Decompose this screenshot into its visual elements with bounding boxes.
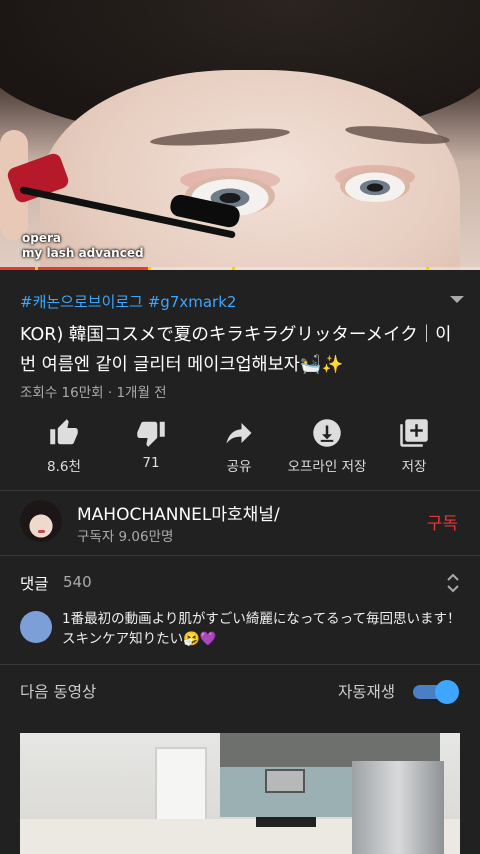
video-title: KOR) 韓国コスメで夏のキラキラグリッターメイク｜이번 여름엔 같이 글리터 … <box>20 325 452 375</box>
commenter-avatar <box>20 611 52 643</box>
comments-count: 540 <box>63 573 92 591</box>
autoplay-toggle-knob <box>435 680 459 704</box>
subscribe-button[interactable]: 구독 <box>427 509 458 534</box>
divider <box>0 555 480 556</box>
video-progress-bar[interactable] <box>0 267 480 270</box>
video-player[interactable]: opera my lash advanced <box>0 0 480 270</box>
thumb-up-icon <box>50 419 78 445</box>
save-label: 저장 <box>401 459 427 475</box>
download-button[interactable]: 오프라인 저장 <box>281 412 373 482</box>
next-video-thumbnail[interactable] <box>20 733 460 854</box>
thumb-fridge <box>352 761 444 854</box>
expand-description-icon[interactable] <box>450 296 464 303</box>
channel-row[interactable]: MAHOCHANNEL마호채널/ 구독자 9.06만명 구독 <box>0 491 480 555</box>
chapter-marker <box>35 267 38 270</box>
channel-subscriber-count: 구독자 9.06만명 <box>77 529 174 545</box>
thumb-microwave <box>265 769 305 793</box>
video-caption-line1: opera <box>22 231 61 245</box>
channel-avatar[interactable] <box>20 500 62 542</box>
download-icon <box>313 419 341 447</box>
share-label: 공유 <box>226 459 252 475</box>
thumb-stove <box>256 817 316 827</box>
thumb-down-icon <box>137 421 165 447</box>
like-button[interactable]: 8.6천 <box>19 412 109 482</box>
dislike-button[interactable]: 71 <box>106 412 196 482</box>
chapter-marker <box>426 267 429 270</box>
expand-comments-icon[interactable] <box>446 572 460 594</box>
autoplay-label: 자동재생 <box>338 683 396 701</box>
save-button[interactable]: 저장 <box>369 412 459 482</box>
add-to-playlist-icon <box>400 419 428 447</box>
video-caption-line2: my lash advanced <box>22 246 144 260</box>
top-comment-text[interactable]: 1番最初の動画より肌がすごい綺麗になってるって毎回思います！スキンケア知りたい🤧… <box>62 609 467 649</box>
video-meta: 조회수 16만회 · 1개월 전 <box>20 385 167 401</box>
dislike-count: 71 <box>142 455 160 471</box>
chapter-marker <box>232 267 235 270</box>
share-button[interactable]: 공유 <box>194 412 284 482</box>
like-count: 8.6천 <box>47 459 81 475</box>
share-icon <box>226 423 252 444</box>
hashtags[interactable]: #캐논으로브이로그 #g7xmark2 <box>20 291 236 312</box>
action-bar: 8.6천 71 공유 오프라인 저장 저장 <box>0 412 480 482</box>
divider <box>0 664 480 665</box>
comments-header[interactable]: 댓글 <box>20 572 49 594</box>
video-progress-played <box>0 267 149 270</box>
autoplay-toggle[interactable] <box>413 680 459 704</box>
video-frame-eye <box>340 170 410 202</box>
channel-name[interactable]: MAHOCHANNEL마호채널/ <box>77 500 280 525</box>
avatar-detail <box>38 530 45 533</box>
download-label: 오프라인 저장 <box>287 459 367 475</box>
up-next-label: 다음 동영상 <box>20 683 97 701</box>
chapter-marker <box>148 267 151 270</box>
